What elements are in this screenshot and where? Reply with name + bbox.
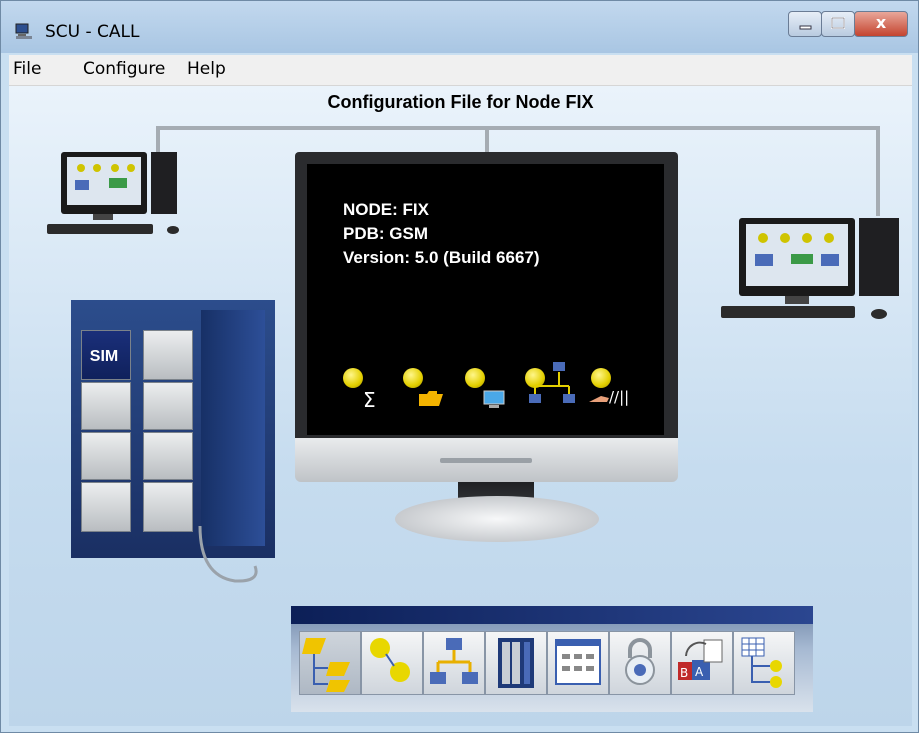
security-lock-button[interactable] <box>609 631 671 695</box>
rack-icon <box>498 638 534 688</box>
workstation-right <box>715 214 905 326</box>
table-tree-button[interactable] <box>733 631 795 695</box>
maximize-button[interactable] <box>821 11 855 37</box>
app-icon <box>15 23 32 39</box>
call-button[interactable] <box>361 631 423 695</box>
main-canvas: Configuration File for Node FIX SIM NODE… <box>9 86 912 726</box>
hardware-rack-button[interactable] <box>485 631 547 695</box>
rack-slot <box>81 482 131 532</box>
rack-slot <box>143 330 193 380</box>
menu-configure[interactable]: Configure <box>83 59 165 79</box>
hardware-rack <box>71 300 275 558</box>
node-tree-icon <box>302 638 350 692</box>
sim-label: SIM <box>89 348 119 365</box>
app-window: SCU - CALL x File Configure Help Configu… <box>0 0 919 733</box>
network-icon[interactable] <box>525 360 581 412</box>
call-icon <box>370 638 410 682</box>
workstation-left <box>39 150 189 240</box>
network-cable-drop <box>876 126 880 216</box>
handshake-icon[interactable]: //|| <box>587 368 651 412</box>
monitor-base <box>395 496 599 542</box>
window-title: SCU - CALL <box>45 22 140 42</box>
network-button[interactable] <box>423 631 485 695</box>
svg-text:B: B <box>680 666 688 680</box>
language-convert-icon: B A <box>678 639 723 680</box>
svg-text:A: A <box>695 665 704 679</box>
minimize-button[interactable] <box>788 11 822 37</box>
menu-bar: File Configure Help <box>9 55 912 86</box>
close-icon: x <box>875 13 887 32</box>
rack-slot <box>143 482 193 532</box>
statistics-icon[interactable]: Σ <box>343 368 383 412</box>
lock-icon <box>625 638 655 685</box>
rack-slot <box>143 382 193 430</box>
menu-help[interactable]: Help <box>187 59 226 79</box>
terminal-icon[interactable] <box>465 368 509 412</box>
monitor-screen: NODE: FIX PDB: GSM Version: 5.0 (Build 6… <box>307 164 664 435</box>
monitor-buttons <box>440 458 532 463</box>
toolbar-top <box>291 606 813 624</box>
network-cable-drop <box>485 126 489 152</box>
folder-icon[interactable] <box>403 368 447 412</box>
rack-slot <box>81 382 131 430</box>
maximize-icon <box>831 17 845 29</box>
page-title: Configuration File for Node FIX <box>327 92 594 112</box>
node-tree-button[interactable] <box>299 631 361 695</box>
form-list-icon <box>555 639 601 685</box>
rack-io-panel <box>201 310 265 546</box>
form-list-button[interactable] <box>547 631 609 695</box>
rack-cable <box>198 526 258 583</box>
rack-slot <box>143 432 193 480</box>
table-tree-icon <box>741 637 782 688</box>
workstation-icon <box>721 218 899 319</box>
pdb-label: PDB: GSM <box>343 224 428 243</box>
network-icon <box>430 638 478 684</box>
node-label: NODE: FIX <box>343 200 429 219</box>
language-convert-button[interactable]: B A <box>671 631 733 695</box>
version-label: Version: 5.0 (Build 6667) <box>343 248 540 267</box>
monitor-bezel <box>295 438 678 482</box>
minimize-icon <box>799 25 812 30</box>
window-controls: x <box>788 11 908 37</box>
workstation-icon <box>47 152 179 234</box>
rack-slot <box>81 432 131 480</box>
title-bar[interactable]: SCU - CALL x <box>1 1 918 53</box>
close-button[interactable]: x <box>854 11 908 37</box>
menu-file[interactable]: File <box>13 59 41 79</box>
network-cable <box>156 126 880 130</box>
